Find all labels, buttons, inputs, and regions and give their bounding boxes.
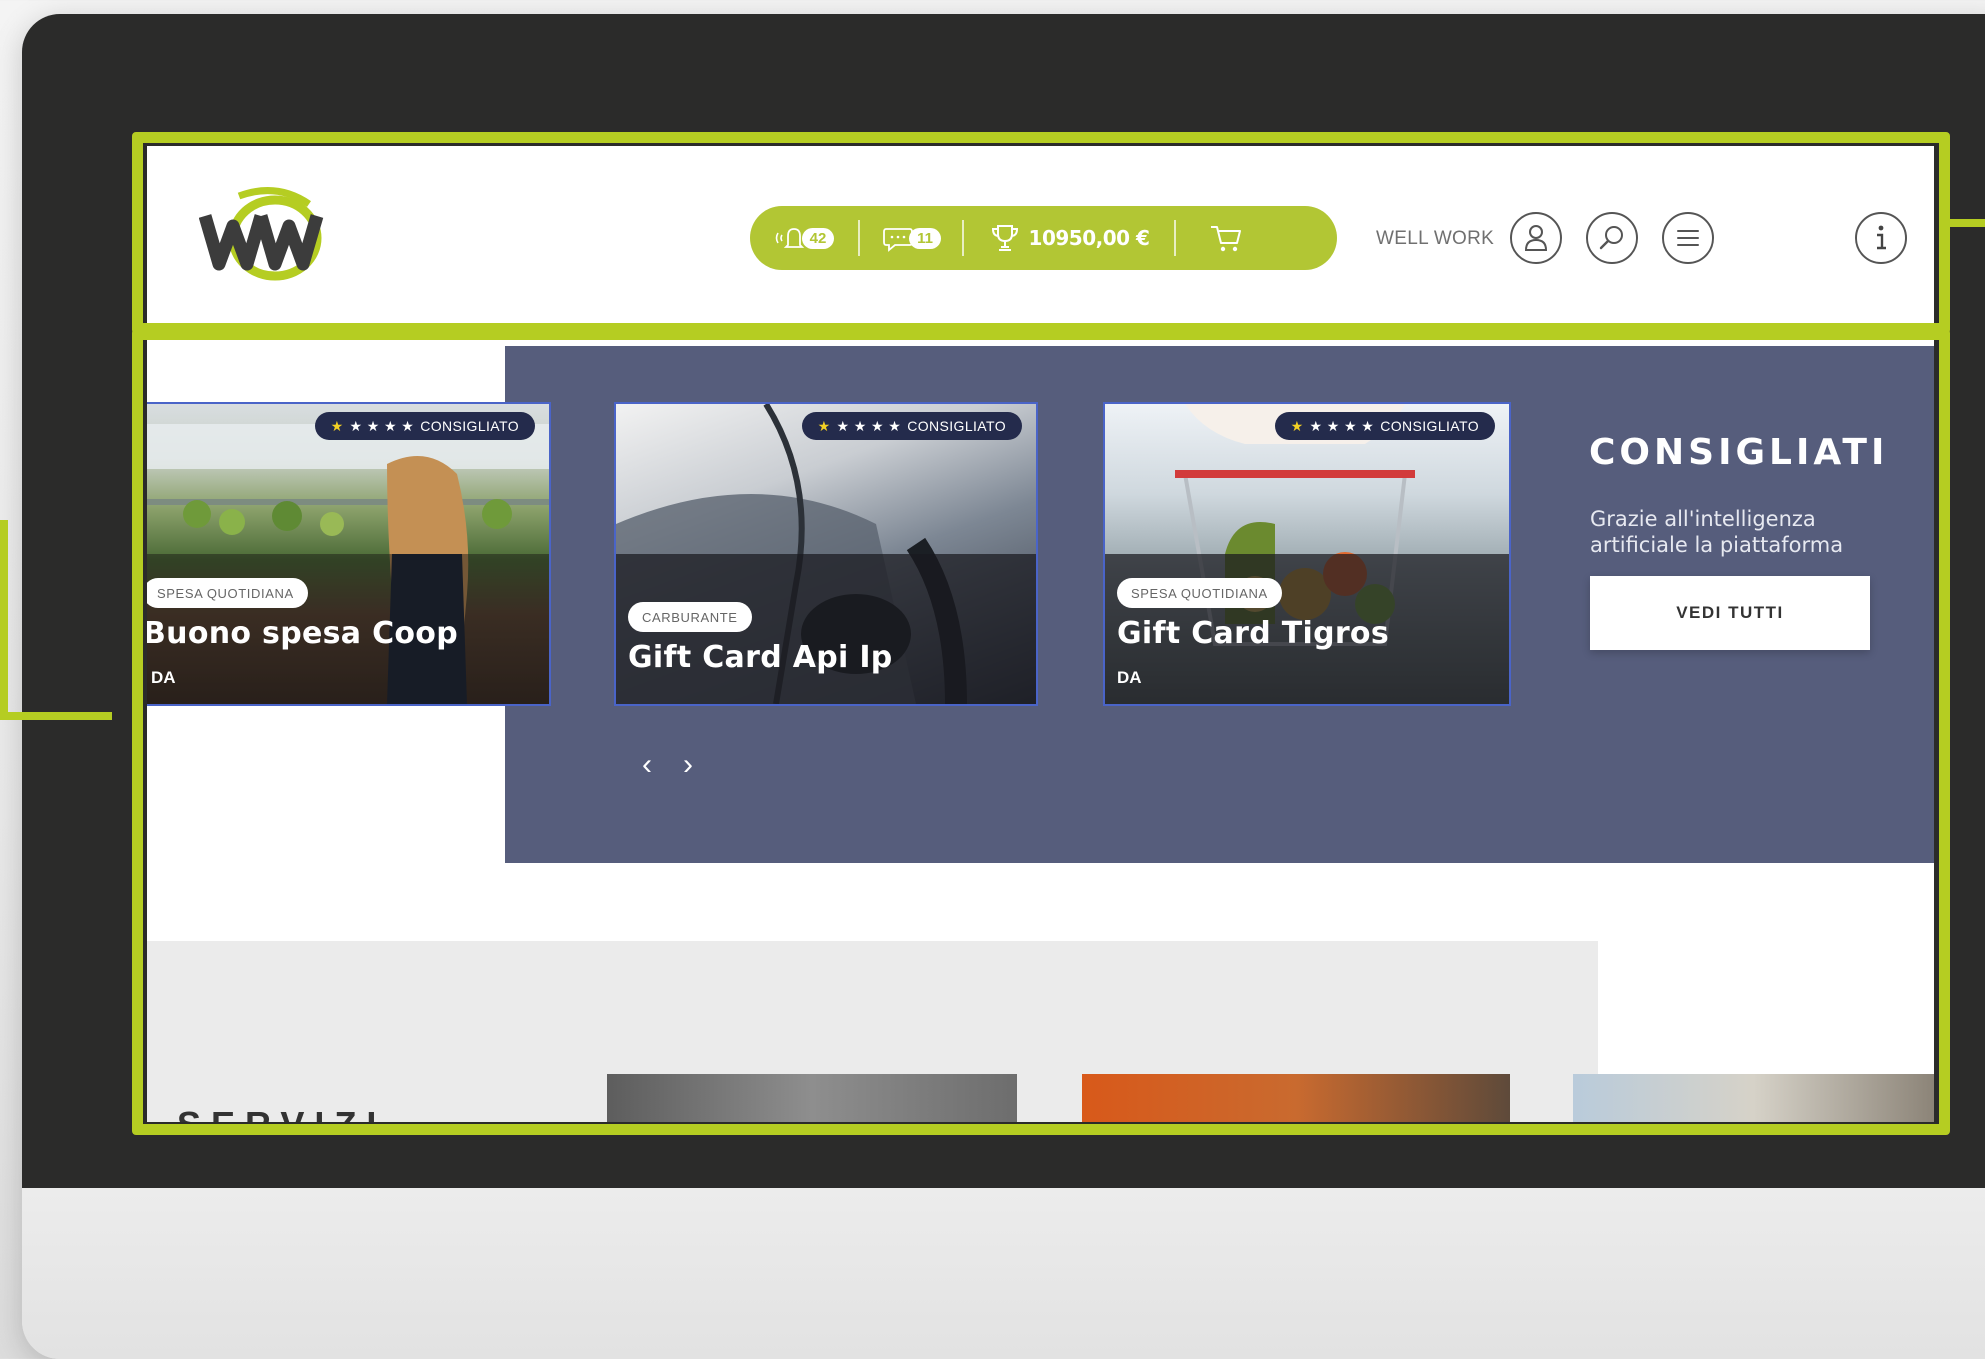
callout-line [1940, 219, 1985, 227]
card-title: Gift Card Api Ip [628, 640, 893, 675]
status-pill: 42 11 10950,00 € [750, 206, 1337, 270]
recommended-badge: ★ ★ ★ ★ ★ CONSIGLIATO [801, 412, 1022, 440]
menu-button[interactable] [1662, 212, 1714, 264]
product-card[interactable]: ★ ★ ★ ★ ★ CONSIGLIATO SPESA QUOTIDIANA Gif… [1105, 404, 1509, 704]
cart-icon [1211, 226, 1241, 252]
monitor-chin [22, 1188, 1985, 1359]
card-title: Buono spesa Coop [147, 616, 458, 651]
notifications-button[interactable]: 42 [750, 206, 858, 270]
star-icon: ★ [817, 417, 831, 434]
card-price-prefix: DA [151, 668, 176, 687]
services-title: SERVIZI [177, 1104, 386, 1122]
category-badge: CARBURANTE [628, 602, 752, 632]
category-badge: SPESA QUOTIDIANA [147, 578, 308, 608]
product-card[interactable]: ★ ★ ★ ★ ★ CONSIGLIATO CARBURANTE Gift Card… [616, 404, 1036, 704]
app-screen: 42 11 10950,00 € WELL WORK ★ ★ ★ ★ ★ CON… [147, 146, 1934, 1122]
service-image[interactable] [1082, 1074, 1510, 1122]
points-amount: 10950,00 € [1028, 226, 1150, 250]
cart-button[interactable] [1176, 206, 1276, 270]
top-header: 42 11 10950,00 € WELL WORK [147, 146, 1934, 322]
notifications-badge: 42 [801, 227, 835, 249]
user-icon [1524, 225, 1548, 251]
view-all-button[interactable]: VEDI TUTTI [1590, 576, 1870, 650]
search-button[interactable] [1586, 212, 1638, 264]
company-name: WELL WORK [1376, 228, 1495, 249]
recommended-title: CONSIGLIATI [1589, 432, 1889, 473]
logo[interactable] [199, 186, 344, 284]
service-image[interactable] [1573, 1074, 1934, 1122]
recommended-description: Grazie all'intelligenza artificiale la p… [1590, 507, 1844, 557]
search-icon [1599, 226, 1623, 250]
points-button[interactable]: 10950,00 € [964, 206, 1174, 270]
info-button[interactable] [1855, 212, 1907, 264]
recommended-badge: ★ ★ ★ ★ ★ CONSIGLIATO [314, 412, 535, 440]
category-badge: SPESA QUOTIDIANA [1117, 578, 1282, 608]
profile-button[interactable] [1510, 212, 1562, 264]
chevron-right-icon[interactable]: › [673, 750, 703, 780]
recommended-badge: ★ ★ ★ ★ ★ CONSIGLIATO [1274, 412, 1495, 440]
star-icon: ★ [330, 417, 344, 434]
menu-icon [1677, 230, 1699, 246]
messages-button[interactable]: 11 [860, 206, 962, 270]
trophy-icon [991, 225, 1018, 251]
card-price-prefix: DA [1117, 668, 1142, 687]
messages-badge: 11 [909, 227, 941, 249]
callout-line [0, 712, 112, 720]
info-icon [1877, 225, 1886, 250]
card-title: Gift Card Tigros [1117, 616, 1390, 651]
service-image[interactable] [607, 1074, 1017, 1122]
star-icon: ★ [1290, 417, 1304, 434]
product-card[interactable]: ★ ★ ★ ★ ★ CONSIGLIATO SPESA QUOTIDIANA Buo… [147, 404, 549, 704]
chevron-left-icon[interactable]: ‹ [632, 750, 662, 780]
callout-line [0, 520, 8, 720]
monitor-frame: 42 11 10950,00 € WELL WORK ★ ★ ★ ★ ★ CON… [22, 14, 1985, 1359]
